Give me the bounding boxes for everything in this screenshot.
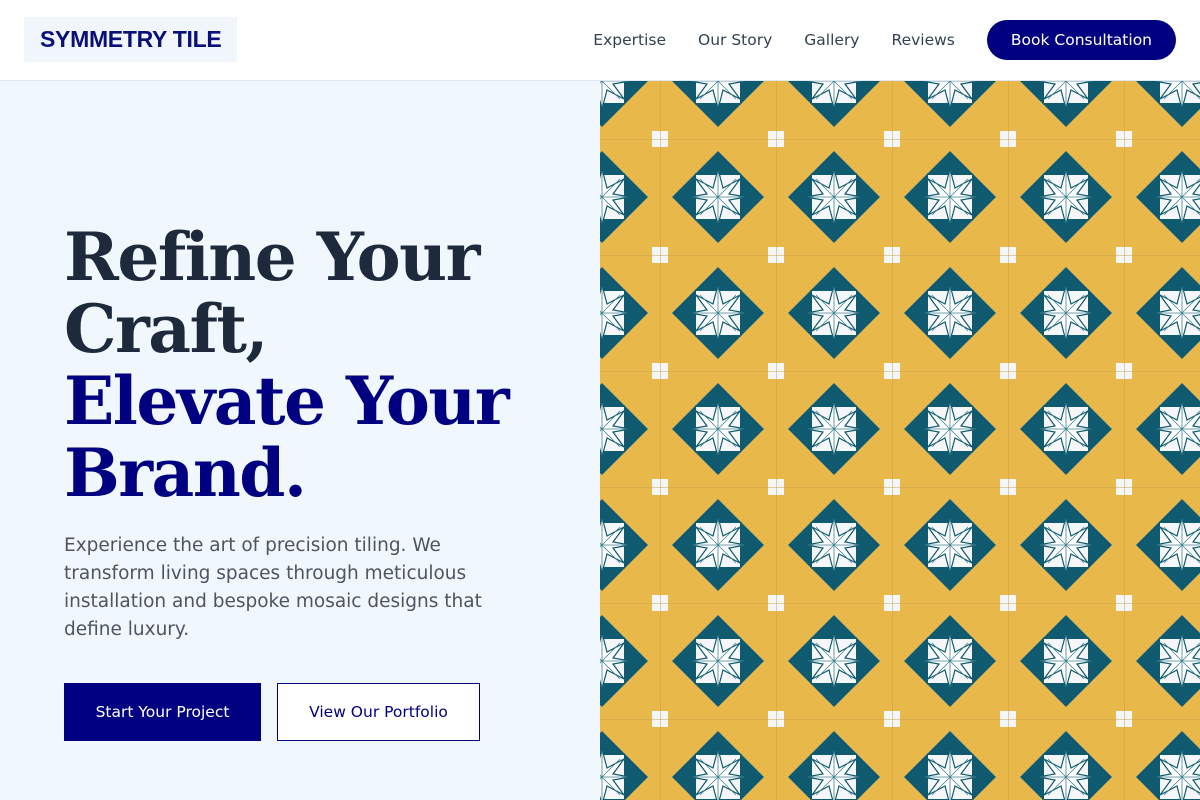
brand-logo[interactable]: SYMMETRY TILE bbox=[24, 17, 238, 62]
main-nav: Expertise Our Story Gallery Reviews Book… bbox=[593, 20, 1176, 60]
mosaic-tile-image bbox=[600, 81, 1200, 800]
nav-link-reviews[interactable]: Reviews bbox=[892, 31, 955, 49]
headline-accent-line-1: Elevate Your bbox=[64, 362, 510, 440]
view-portfolio-button[interactable]: View Our Portfolio bbox=[277, 683, 480, 741]
site-header: SYMMETRY TILE Expertise Our Story Galler… bbox=[0, 0, 1200, 81]
hero-section: Refine Your Craft, Elevate Your Brand. E… bbox=[0, 81, 600, 800]
hero-headline: Refine Your Craft, Elevate Your Brand. bbox=[64, 221, 584, 509]
hero-description: Experience the art of precision tiling. … bbox=[64, 535, 482, 640]
start-project-button[interactable]: Start Your Project bbox=[64, 683, 261, 741]
headline-line-2: Craft, bbox=[64, 290, 268, 368]
nav-link-expertise[interactable]: Expertise bbox=[593, 31, 666, 49]
headline-line-1: Refine Your bbox=[64, 218, 480, 296]
nav-link-gallery[interactable]: Gallery bbox=[804, 31, 859, 49]
headline-accent-line-2: Brand. bbox=[64, 434, 307, 512]
tile-pattern-graphic bbox=[600, 81, 1200, 800]
book-consultation-button[interactable]: Book Consultation bbox=[986, 20, 1176, 60]
nav-link-our-story[interactable]: Our Story bbox=[698, 31, 772, 49]
